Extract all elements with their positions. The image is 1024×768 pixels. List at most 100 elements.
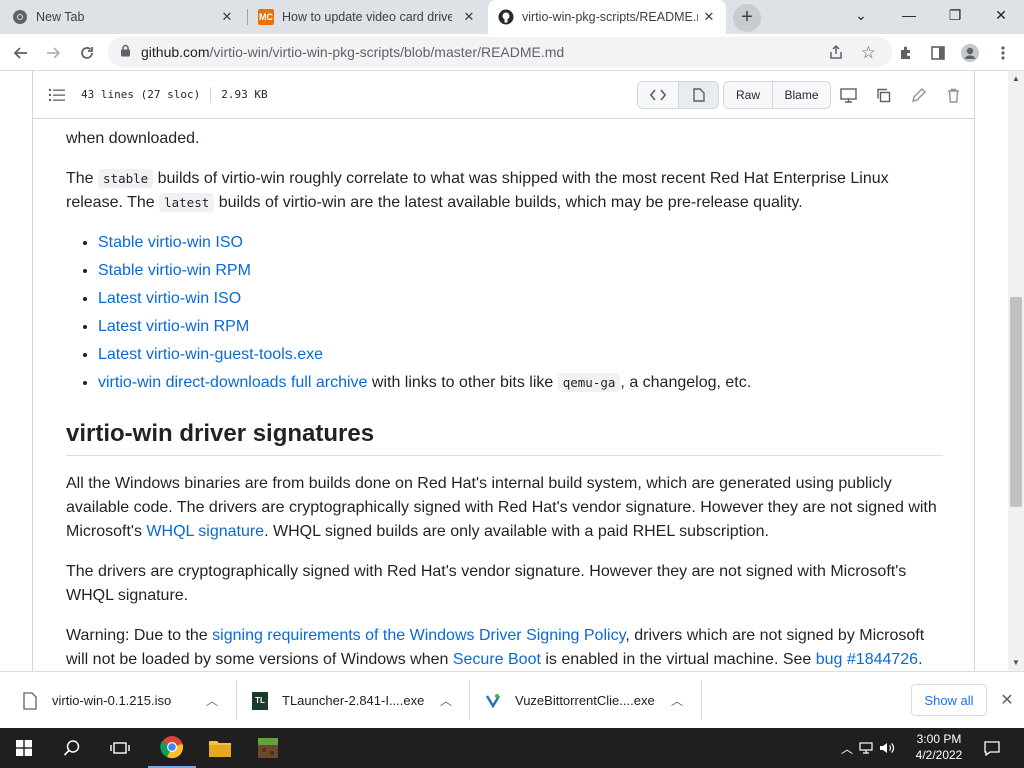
github-icon [498,9,514,25]
chrome-icon [13,10,27,24]
download-links-list: Stable virtio-win ISO Stable virtio-win … [98,231,943,395]
code-view-button[interactable] [638,82,678,108]
preview-button[interactable] [678,82,718,108]
notifications-icon[interactable] [972,728,1012,768]
windows-start-icon[interactable] [0,728,48,768]
tlauncher-icon: TL [252,691,268,710]
restore-button[interactable]: ❐ [932,0,978,30]
chevron-up-icon[interactable]: ︿ [440,692,452,709]
link-latest-rpm[interactable]: Latest virtio-win RPM [98,318,249,335]
download-item-iso[interactable]: virtio-win-0.1.215.iso ︿ [22,672,232,729]
menu-kebab-icon[interactable] [990,40,1016,66]
list-item: Latest virtio-win-guest-tools.exe [98,343,943,367]
forward-icon[interactable] [40,40,66,66]
task-view-icon[interactable] [96,728,144,768]
text: , a changelog, etc. [620,374,752,391]
clock-time: 3:00 PM [916,732,962,746]
url-domain: github.com [141,44,210,60]
extensions-icon[interactable] [893,40,919,66]
scroll-up-icon[interactable]: ▲ [1008,71,1024,87]
profile-avatar[interactable] [957,40,983,66]
link-stable-rpm[interactable]: Stable virtio-win RPM [98,262,251,279]
blame-button[interactable]: Blame [772,82,830,108]
close-tab-icon[interactable]: ✕ [220,10,234,24]
text: builds of virtio-win are the latest avai… [214,194,803,211]
lock-icon[interactable] [120,44,131,60]
link-signing-policy[interactable]: signing requirements of the Windows Driv… [212,627,625,644]
link-full-archive[interactable]: virtio-win direct-downloads full archive [98,374,367,391]
page-viewport: when downloaded. The stable builds of vi… [0,71,1024,671]
address-bar[interactable]: github.com/virtio-win/virtio-win-pkg-scr… [108,37,892,67]
link-stable-iso[interactable]: Stable virtio-win ISO [98,234,243,251]
copy-icon[interactable] [873,85,893,105]
tab-search-icon[interactable]: ⌄ [838,0,884,30]
view-toggle-group [637,81,719,109]
close-downloads-icon[interactable]: ✕ [998,690,1016,710]
tab-readme[interactable]: virtio-win-pkg-scripts/README.md ✕ [488,0,726,34]
minimize-button[interactable]: — [886,0,932,30]
volume-icon[interactable] [876,741,898,755]
delete-trash-icon[interactable] [943,85,963,105]
show-all-button[interactable]: Show all [911,684,987,716]
list-item: Latest virtio-win RPM [98,315,943,339]
link-guest-tools[interactable]: Latest virtio-win-guest-tools.exe [98,346,323,363]
side-panel-icon[interactable] [925,40,951,66]
chrome-taskbar-icon[interactable] [148,728,196,768]
download-item-vuze[interactable]: VuzeBittorrentClie....exe ︿ [485,672,695,729]
tab-separator [247,9,248,25]
file-explorer-icon[interactable] [196,728,244,768]
scroll-thumb[interactable] [1010,297,1022,507]
divider [469,680,470,720]
page-scrollbar[interactable]: ▲ ▼ [1008,71,1024,671]
list-item: Latest virtio-win ISO [98,287,943,311]
text: with links to other bits like [367,374,558,391]
link-bug[interactable]: bug #1844726 [816,651,918,668]
divider [236,680,237,720]
scroll-down-icon[interactable]: ▼ [1008,655,1024,671]
raw-button[interactable]: Raw [724,82,772,108]
tab-video-card-driver[interactable]: MC How to update video card driver ✕ [258,0,486,34]
code-qemu-ga: qemu-ga [557,373,621,392]
download-filename: virtio-win-0.1.215.iso [52,693,172,708]
link-whql-signature[interactable]: WHQL signature [146,523,264,540]
clock[interactable]: 3:00 PM 4/2/2022 [900,731,978,763]
edit-pencil-icon[interactable] [908,85,928,105]
new-tab-button[interactable]: + [733,4,761,32]
line-count: 43 lines (27 sloc) [81,88,201,101]
reload-icon[interactable] [74,40,100,66]
tab-new-tab[interactable]: New Tab ✕ [12,0,244,34]
list-item: Stable virtio-win ISO [98,231,943,255]
back-icon[interactable] [8,40,34,66]
paragraph-warning: Warning: Due to the signing requirements… [66,624,943,671]
share-icon[interactable] [828,44,844,63]
link-secure-boot[interactable]: Secure Boot [453,651,541,668]
outline-list-icon[interactable] [49,88,65,102]
browser-toolbar: github.com/virtio-win/virtio-win-pkg-scr… [0,34,1024,71]
text: is enabled in the virtual machine. See [540,651,816,668]
tab-title: virtio-win-pkg-scripts/README.md [522,10,698,24]
vuze-icon [485,693,501,708]
close-window-button[interactable]: ✕ [978,0,1024,30]
list-item: Stable virtio-win RPM [98,259,943,283]
list-item: virtio-win direct-downloads full archive… [98,371,943,395]
text: . WHQL signed builds are only available … [264,523,769,540]
bookmark-star-icon[interactable]: ☆ [861,43,876,63]
minecraft-icon[interactable] [244,728,292,768]
chevron-up-icon[interactable]: ︿ [671,692,683,709]
file-panel: when downloaded. The stable builds of vi… [32,71,975,671]
text: Warning: Due to the [66,627,213,644]
clock-date: 4/2/2022 [915,748,963,762]
search-icon[interactable] [48,728,96,768]
link-latest-iso[interactable]: Latest virtio-win ISO [98,290,241,307]
download-item-tlauncher[interactable]: TL TLauncher-2.841-I....exe ︿ [252,672,464,729]
close-tab-icon[interactable]: ✕ [462,10,476,24]
network-icon[interactable] [856,742,876,754]
chevron-up-icon[interactable]: ︿ [838,740,856,757]
desktop-icon[interactable] [838,85,858,105]
chevron-up-icon[interactable]: ︿ [206,692,218,709]
raw-blame-group: Raw Blame [723,81,831,109]
download-filename: TLauncher-2.841-I....exe [282,693,425,708]
close-tab-icon[interactable]: ✕ [702,10,716,24]
tab-title: New Tab [36,10,85,24]
readme-body: when downloaded. The stable builds of vi… [66,119,943,671]
